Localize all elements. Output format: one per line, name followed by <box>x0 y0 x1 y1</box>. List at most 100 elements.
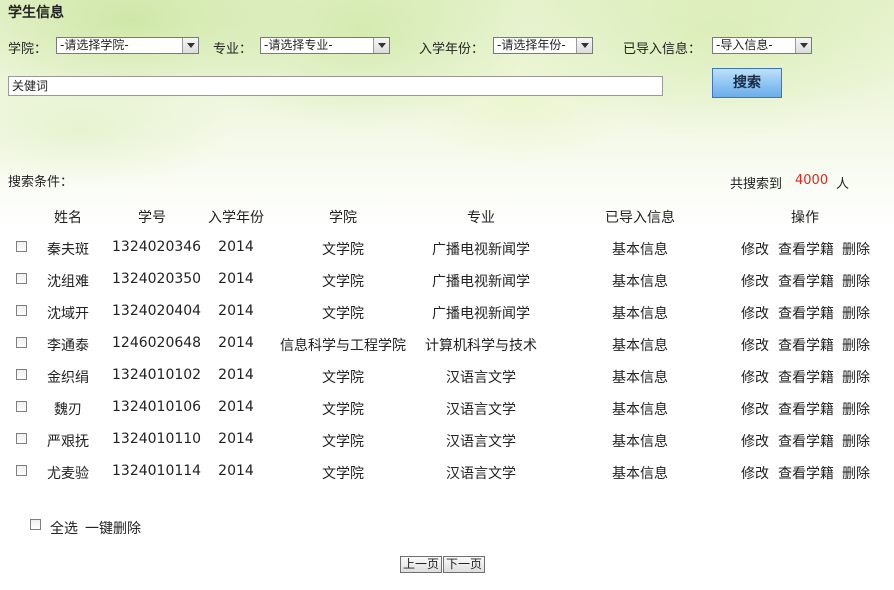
search-conditions-label: 搜索条件： <box>8 175 74 190</box>
cell-year: 2014 <box>218 367 254 383</box>
search-button[interactable]: 搜索 <box>712 68 782 98</box>
edit-link[interactable]: 修改 <box>741 399 769 419</box>
next-page-button[interactable]: 下一页 <box>443 556 486 573</box>
delete-all-link[interactable]: 一键删除 <box>85 518 141 538</box>
header-student-id: 学号 <box>138 210 166 226</box>
edit-link[interactable]: 修改 <box>741 335 769 355</box>
header-actions: 操作 <box>791 210 819 226</box>
cell-student-id: 1324020350 <box>112 271 202 287</box>
cell-name: 魏刃 <box>54 402 82 418</box>
cell-major: 广播电视新闻学 <box>432 242 530 258</box>
cell-year: 2014 <box>218 399 254 415</box>
header-year: 入学年份 <box>208 210 264 226</box>
row-checkbox[interactable] <box>16 369 27 380</box>
delete-link[interactable]: 删除 <box>842 463 870 483</box>
delete-link[interactable]: 删除 <box>842 271 870 291</box>
cell-student-id: 1324020404 <box>112 303 202 319</box>
cell-college: 文学院 <box>322 466 364 482</box>
cell-year: 2014 <box>218 463 254 479</box>
cell-college: 文学院 <box>322 370 364 386</box>
edit-link[interactable]: 修改 <box>741 367 769 387</box>
cell-major: 汉语言文学 <box>446 466 516 482</box>
edit-link[interactable]: 修改 <box>741 303 769 323</box>
cell-name: 李通泰 <box>47 338 89 354</box>
chevron-down-icon <box>182 38 198 53</box>
edit-link[interactable]: 修改 <box>741 463 769 483</box>
cell-student-id: 1246020648 <box>112 335 202 351</box>
cell-name: 严艰抚 <box>47 434 89 450</box>
cell-major: 汉语言文学 <box>446 370 516 386</box>
cell-college: 文学院 <box>322 274 364 290</box>
delete-link[interactable]: 删除 <box>842 303 870 323</box>
row-checkbox[interactable] <box>16 337 27 348</box>
cell-name: 沈域开 <box>47 306 89 322</box>
delete-link[interactable]: 删除 <box>842 335 870 355</box>
view-record-link[interactable]: 查看学籍 <box>778 399 834 419</box>
cell-imported-info: 基本信息 <box>612 306 668 322</box>
view-record-link[interactable]: 查看学籍 <box>778 239 834 259</box>
header-imported-info: 已导入信息 <box>605 210 675 226</box>
keyword-input[interactable]: 关健词 <box>8 76 663 96</box>
cell-major: 广播电视新闻学 <box>432 274 530 290</box>
cell-college: 文学院 <box>322 242 364 258</box>
delete-link[interactable]: 删除 <box>842 431 870 451</box>
view-record-link[interactable]: 查看学籍 <box>778 303 834 323</box>
edit-link[interactable]: 修改 <box>741 431 769 451</box>
college-label: 学院： <box>8 42 48 57</box>
row-checkbox[interactable] <box>16 401 27 412</box>
view-record-link[interactable]: 查看学籍 <box>778 431 834 451</box>
cell-student-id: 1324010102 <box>112 367 202 383</box>
major-label: 专业： <box>213 42 253 57</box>
year-label: 入学年份： <box>419 42 485 57</box>
college-select[interactable]: -请选择学院- <box>56 37 199 54</box>
cell-imported-info: 基本信息 <box>612 338 668 354</box>
result-prefix: 共搜索到 <box>730 177 783 192</box>
imported-select[interactable]: -导入信息- <box>712 37 812 54</box>
year-select[interactable]: -请选择年份- <box>493 37 593 54</box>
cell-imported-info: 基本信息 <box>612 466 668 482</box>
cell-imported-info: 基本信息 <box>612 274 668 290</box>
chevron-down-icon <box>576 38 592 53</box>
view-record-link[interactable]: 查看学籍 <box>778 463 834 483</box>
select-all-checkbox[interactable] <box>30 519 41 530</box>
view-record-link[interactable]: 查看学籍 <box>778 367 834 387</box>
result-suffix: 人 <box>836 177 850 192</box>
cell-year: 2014 <box>218 271 254 287</box>
cell-student-id: 1324020346 <box>112 239 202 255</box>
delete-link[interactable]: 删除 <box>842 239 870 259</box>
delete-link[interactable]: 删除 <box>842 367 870 387</box>
major-select[interactable]: -请选择专业- <box>260 37 390 54</box>
cell-imported-info: 基本信息 <box>612 402 668 418</box>
header-name: 姓名 <box>54 210 82 226</box>
cell-year: 2014 <box>218 239 254 255</box>
cell-college: 文学院 <box>322 434 364 450</box>
cell-major: 汉语言文学 <box>446 402 516 418</box>
cell-student-id: 1324010114 <box>112 463 202 479</box>
year-select-value: -请选择年份- <box>497 38 566 52</box>
major-select-value: -请选择专业- <box>264 38 333 52</box>
delete-link[interactable]: 删除 <box>842 399 870 419</box>
row-checkbox[interactable] <box>16 241 27 252</box>
header-major: 专业 <box>467 210 495 226</box>
cell-imported-info: 基本信息 <box>612 434 668 450</box>
imported-select-value: -导入信息- <box>716 38 773 52</box>
header-college: 学院 <box>329 210 357 226</box>
cell-name: 尤麦验 <box>47 466 89 482</box>
edit-link[interactable]: 修改 <box>741 239 769 259</box>
chevron-down-icon <box>795 38 811 53</box>
cell-major: 计算机科学与技术 <box>425 338 537 354</box>
row-checkbox[interactable] <box>16 465 27 476</box>
edit-link[interactable]: 修改 <box>741 271 769 291</box>
row-checkbox[interactable] <box>16 273 27 284</box>
view-record-link[interactable]: 查看学籍 <box>778 271 834 291</box>
cell-major: 汉语言文学 <box>446 434 516 450</box>
college-select-value: -请选择学院- <box>60 38 129 52</box>
page-title: 学生信息 <box>8 5 64 21</box>
view-record-link[interactable]: 查看学籍 <box>778 335 834 355</box>
row-checkbox[interactable] <box>16 305 27 316</box>
prev-page-button[interactable]: 上一页 <box>400 556 443 573</box>
imported-label: 已导入信息： <box>623 42 702 57</box>
select-all-label[interactable]: 全选 <box>50 518 78 538</box>
row-checkbox[interactable] <box>16 433 27 444</box>
cell-year: 2014 <box>218 303 254 319</box>
